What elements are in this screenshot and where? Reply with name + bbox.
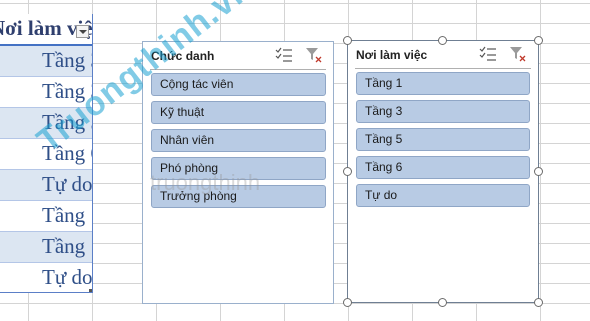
table-cell: Tự do [42, 172, 93, 196]
resize-handle-top-left[interactable] [343, 36, 352, 45]
table-row[interactable]: Tầng 3 [0, 46, 92, 77]
slicer-item[interactable]: Tầng 3 [356, 100, 530, 123]
table-row[interactable]: Tự do [0, 170, 92, 201]
slicer-divider [355, 68, 531, 69]
resize-handle-bottom[interactable] [438, 298, 447, 307]
table-cell: Tầng 1 [42, 234, 92, 258]
multi-select-icon[interactable] [479, 46, 497, 62]
table-cell: Tầng 3 [42, 48, 92, 72]
slicer-divider [150, 69, 326, 70]
slicer-item[interactable]: Cộng tác viên [151, 73, 326, 96]
table-header: Nơi làm việc [0, 14, 92, 46]
table-cell: Tự do [42, 265, 93, 289]
slicer-noi-lam-viec[interactable]: Nơi làm việc Tầng 1 Tầng 3 Tầng 5 Tầng 6… [347, 40, 539, 303]
slicer-item[interactable]: Tầng 5 [356, 128, 530, 151]
table-resize-handle[interactable] [89, 289, 92, 292]
clear-filter-icon[interactable] [305, 47, 323, 63]
data-table: Nơi làm việc Tầng 3 Tầng 3 Tầng 5 Tầng 6… [0, 14, 93, 293]
table-row[interactable]: Tầng 1 [0, 201, 92, 232]
resize-handle-bottom-right[interactable] [534, 298, 543, 307]
slicer-item[interactable]: Kỹ thuật [151, 101, 326, 124]
resize-handle-right[interactable] [534, 167, 543, 176]
slicer-item[interactable]: Tầng 1 [356, 72, 530, 95]
filter-dropdown-icon[interactable] [76, 25, 89, 38]
resize-handle-top-right[interactable] [534, 36, 543, 45]
table-row[interactable]: Tự do [0, 263, 93, 292]
slicer-item[interactable]: Nhân viên [151, 129, 326, 152]
clear-filter-icon[interactable] [509, 46, 527, 62]
resize-handle-top[interactable] [438, 36, 447, 45]
table-row[interactable]: Tầng 1 [0, 232, 92, 263]
multi-select-icon[interactable] [275, 47, 293, 63]
table-cell: Tầng 1 [42, 203, 92, 227]
resize-handle-bottom-left[interactable] [343, 298, 352, 307]
slicer-item[interactable]: Tự do [356, 184, 530, 207]
resize-handle-left[interactable] [343, 167, 352, 176]
watermark-text: truongthinh [150, 170, 261, 195]
slicer-item[interactable]: Tầng 6 [356, 156, 530, 179]
slicer-title: Nơi làm việc [356, 48, 428, 62]
